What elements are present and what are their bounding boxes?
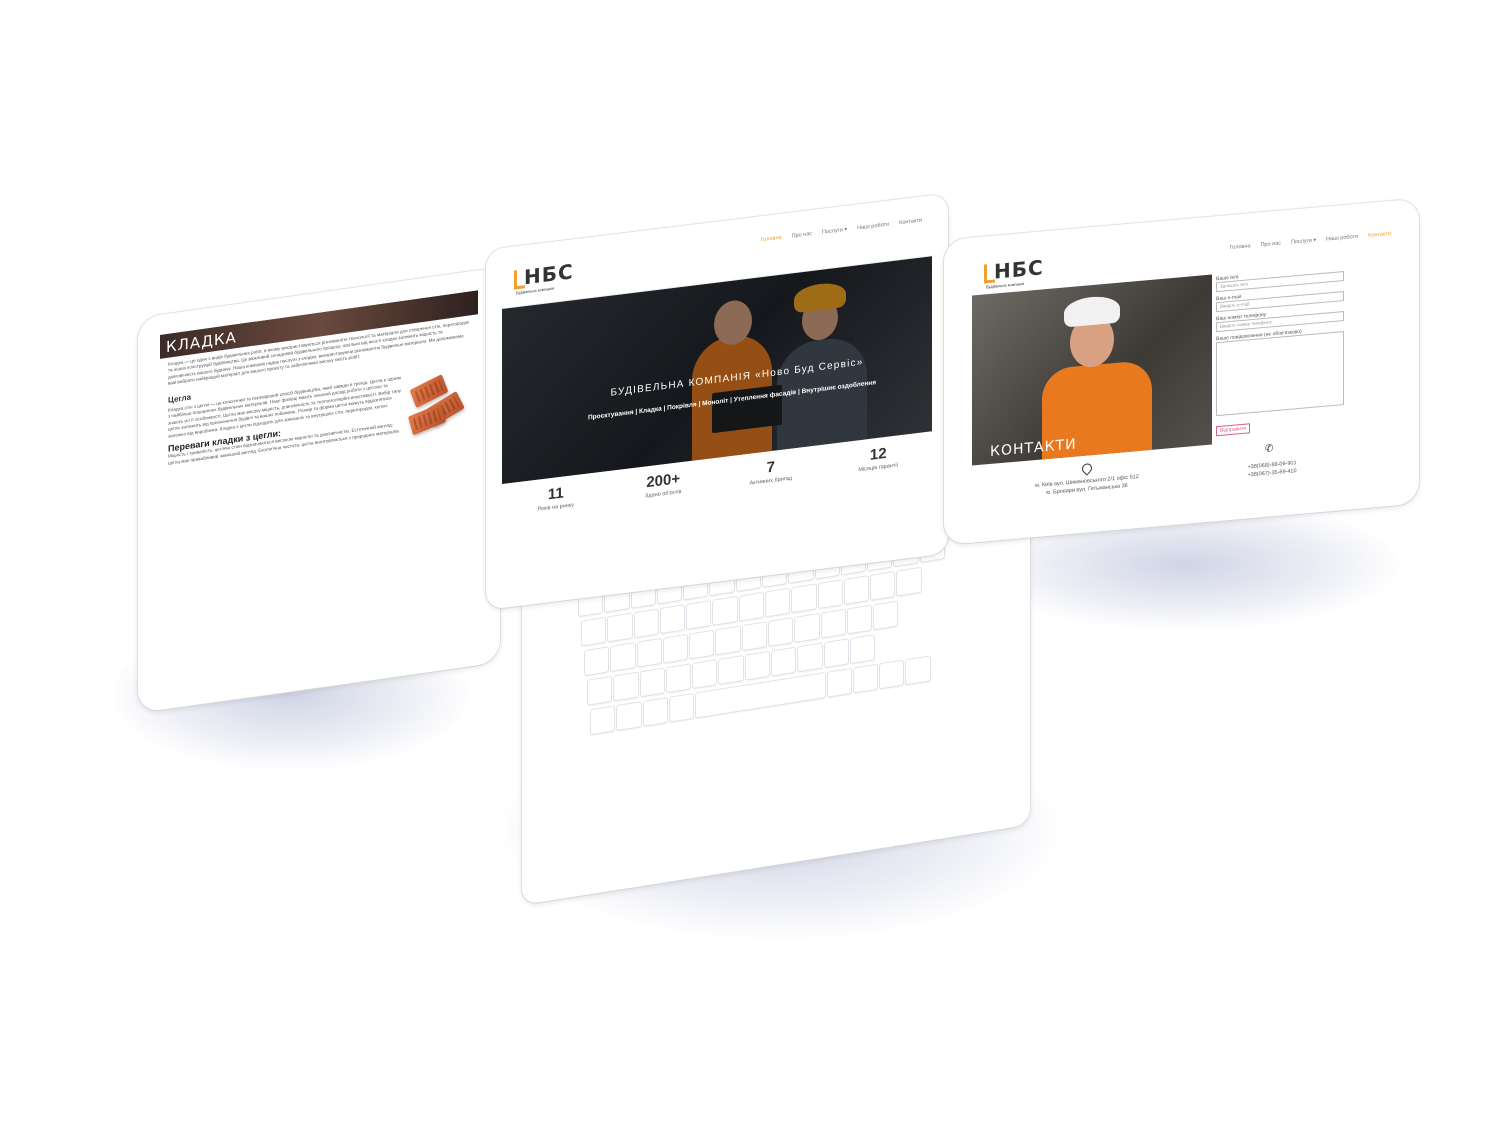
- main-menu: Головна Про нас Послуги ▾ Наші роботи Ко…: [1230, 231, 1391, 251]
- menu-item-about[interactable]: Про нас: [792, 231, 812, 240]
- menu-item-home[interactable]: Головна: [1230, 243, 1251, 251]
- keyboard-key: [665, 663, 692, 694]
- keyboard-key: [718, 654, 744, 685]
- keyboard-key: [668, 692, 695, 723]
- keyboard-key: [712, 595, 738, 626]
- message-field[interactable]: [1216, 331, 1344, 417]
- laptop-screen: НБС Будівельна компанія Головна Про нас …: [502, 207, 932, 583]
- keyboard-key: [820, 608, 846, 639]
- keyboard-key: [633, 608, 659, 639]
- keyboard-key: [607, 612, 633, 643]
- contact-form: Ваше ім'я Запишіть ім'я Ваш e-mail Введі…: [1216, 261, 1344, 437]
- right-tablet-screen: НБС Будівельна компанія Головна Про нас …: [968, 214, 1395, 525]
- keyboard-key: [791, 583, 817, 614]
- menu-item-services[interactable]: Послуги ▾: [1291, 237, 1316, 245]
- phone-icon: ✆: [1265, 443, 1274, 455]
- logo-text: НБС: [994, 255, 1044, 284]
- keyboard-key: [846, 604, 873, 635]
- stat-objects: 200+ Здано об'єктів: [618, 467, 708, 503]
- keyboard-key: [686, 599, 712, 631]
- keyboard-key: [823, 638, 849, 669]
- stat-brigades: 7 Активних бригад: [726, 454, 816, 490]
- location-icon: [1079, 461, 1095, 476]
- left-tablet-screen: КЛАДКА Кладка — це один з видів будівель…: [160, 290, 478, 694]
- keyboard-key: [692, 659, 718, 690]
- keyboard-key: [715, 625, 741, 656]
- keyboard-key: [616, 701, 642, 732]
- keyboard-key: [879, 659, 905, 690]
- main-menu: Головна Про нас Послуги ▾ Наші роботи Ко…: [761, 217, 922, 243]
- menu-item-works[interactable]: Наші роботи: [857, 222, 889, 232]
- brick-image: [407, 369, 470, 440]
- menu-item-home[interactable]: Головна: [761, 235, 782, 244]
- keyboard-key: [843, 575, 870, 606]
- keyboard-key: [738, 591, 764, 622]
- right-tablet: НБС Будівельна компанія Головна Про нас …: [944, 198, 1419, 546]
- keyboard-key: [639, 667, 665, 698]
- menu-item-contacts[interactable]: Контакти: [1368, 231, 1391, 239]
- keyboard-key: [744, 650, 770, 681]
- laptop-lid: НБС Будівельна компанія Головна Про нас …: [486, 193, 948, 610]
- keyboard-key: [797, 642, 823, 673]
- keyboard-key: [741, 621, 767, 652]
- menu-item-services[interactable]: Послуги ▾: [822, 227, 847, 236]
- stat-warranty: 12 Місяців гарантії: [833, 440, 923, 476]
- phones-block: +38(068)-88-06-901 +38(067)-35-69-410: [1227, 457, 1317, 481]
- logo[interactable]: НБС Будівельна компанія: [514, 258, 584, 299]
- keyboard-key: [584, 646, 610, 677]
- keyboard-key: [765, 587, 791, 618]
- menu-item-contacts[interactable]: Контакти: [899, 217, 922, 226]
- keyboard-key: [768, 617, 794, 648]
- keyboard-key: [610, 642, 636, 673]
- menu-item-works[interactable]: Наші роботи: [1326, 234, 1358, 243]
- keyboard-key: [826, 667, 852, 698]
- keyboard-key: [613, 671, 639, 702]
- keyboard-key: [590, 705, 616, 736]
- keyboard-key: [849, 634, 876, 665]
- keyboard-key: [689, 629, 715, 660]
- logo[interactable]: НБС Будівельна компанія: [984, 254, 1054, 292]
- keyboard-key: [870, 570, 896, 601]
- menu-item-about[interactable]: Про нас: [1261, 241, 1281, 249]
- stat-years: 11 Років на ринку: [511, 480, 601, 516]
- keyboard-key: [581, 616, 607, 647]
- keyboard-key: [642, 696, 668, 727]
- keyboard-key: [587, 675, 613, 706]
- keyboard-key: [636, 637, 662, 668]
- keyboard-key: [905, 655, 931, 686]
- hard-hat: [1064, 294, 1120, 328]
- keyboard-key: [659, 604, 686, 635]
- keyboard-key: [662, 633, 689, 664]
- submit-button[interactable]: Відправити: [1216, 423, 1251, 437]
- keyboard-key: [771, 646, 797, 677]
- keyboard-key: [896, 566, 922, 597]
- keyboard-key: [794, 612, 820, 643]
- contacts-photo: КОНТАКТИ: [972, 274, 1212, 466]
- keyboard-key: [852, 663, 879, 694]
- left-tablet: КЛАДКА Кладка — це один з видів будівель…: [138, 267, 500, 713]
- logo-text: НБС: [524, 259, 574, 290]
- keyboard-key: [817, 579, 843, 610]
- keyboard-key: [873, 600, 899, 631]
